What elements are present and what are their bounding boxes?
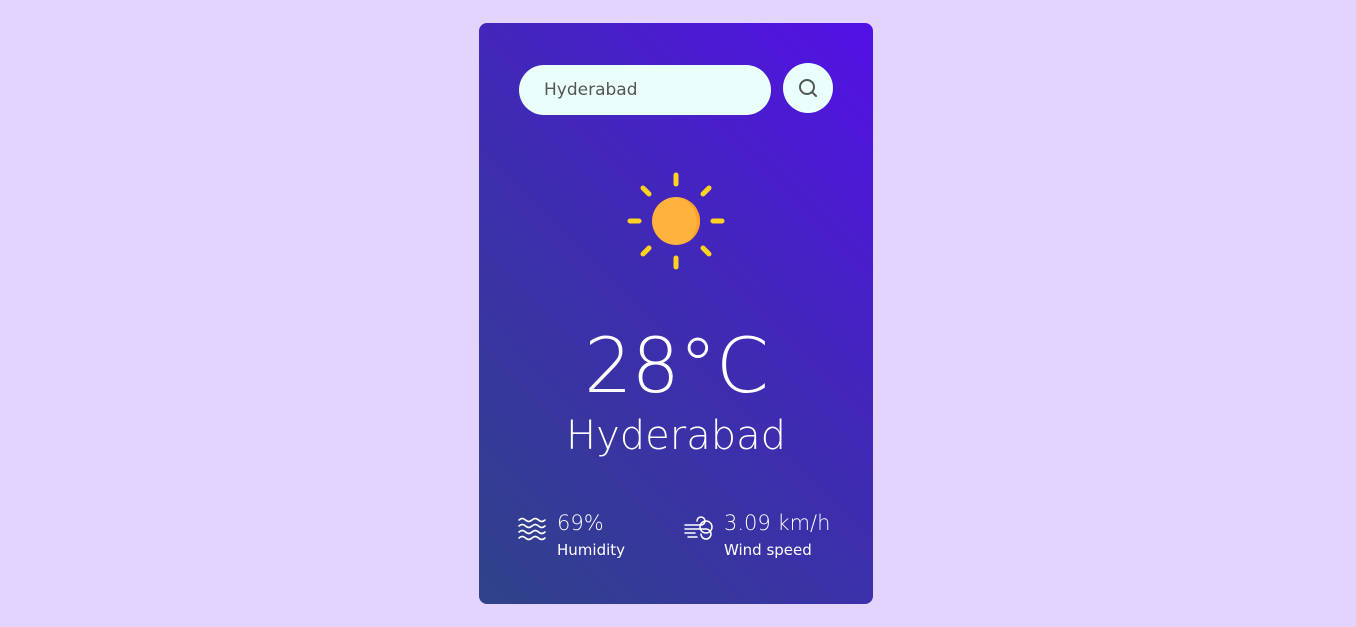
wind-detail: 3.09 km/h Wind speed: [684, 509, 830, 563]
sun-icon: [627, 172, 725, 270]
wind-speed-label: Wind speed: [724, 541, 812, 559]
weather-card: 28°C Hyderabad 69% Humidity: [479, 23, 873, 604]
search-icon: [799, 79, 817, 97]
wind-speed-value: 3.09 km/h: [724, 511, 831, 535]
wind-icon: [684, 516, 713, 540]
humidity-label: Humidity: [557, 541, 626, 559]
temperature: 28°C: [584, 321, 769, 410]
city-name: Hyderabad: [566, 413, 786, 459]
humidity-value: 69%: [557, 511, 604, 535]
humidity-detail: 69% Humidity: [517, 509, 625, 563]
humidity-waves-icon: [518, 517, 546, 541]
city-search-input[interactable]: [519, 65, 771, 115]
search-button[interactable]: [783, 63, 833, 113]
